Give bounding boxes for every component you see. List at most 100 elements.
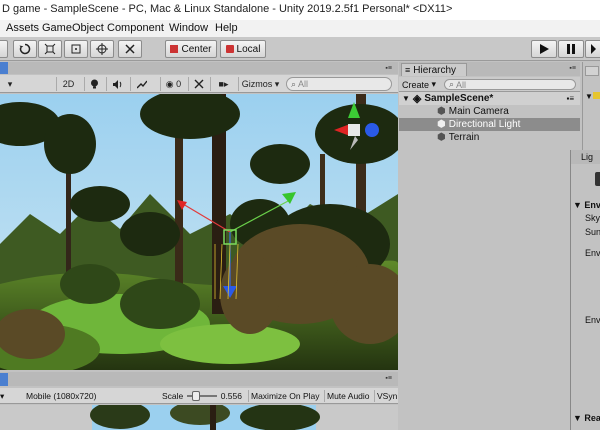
maximize-on-play-toggle[interactable]: Maximize On Play (248, 390, 320, 402)
scene-root-row[interactable]: ▼ ◈ SampleScene* ▪≡ (399, 92, 580, 105)
rect-tool-button[interactable] (64, 40, 88, 58)
step-icon (591, 44, 596, 54)
pause-button[interactable] (558, 40, 584, 58)
scale-slider-thumb[interactable] (191, 391, 200, 401)
skybox-label: Sky (585, 213, 600, 223)
scene-menu-icon[interactable]: ▪≡ (566, 94, 574, 103)
panel-menu-icon[interactable]: ▪≡ (385, 65, 392, 72)
game-viewport[interactable] (0, 405, 398, 430)
tab-scene[interactable] (0, 62, 8, 74)
folder-arrow-icon[interactable]: ▼ (585, 92, 593, 101)
environment-label: Env (584, 200, 600, 210)
vsync-toggle[interactable]: VSyn (374, 390, 398, 402)
scale-control: Scale 0.556 (162, 390, 242, 402)
scene-tools-toggle[interactable] (188, 77, 208, 91)
tab-hierarchy[interactable]: ≡ Hierarchy (401, 63, 467, 76)
lighting-toggle[interactable] (84, 77, 104, 91)
scale-slider[interactable] (187, 391, 217, 401)
game-tab-bar: ▪≡ (0, 372, 398, 386)
game-render (0, 405, 398, 430)
rotate-tool-button[interactable] (13, 40, 37, 58)
scale-label: Scale (162, 391, 184, 401)
game-panel-menu-icon[interactable]: ▪≡ (385, 375, 392, 382)
lighting-panel-edge: Lig ▼ Env Sky Sun Env Env ▼ Rea (570, 150, 600, 430)
effects-icon (136, 80, 147, 88)
audio-toggle[interactable] (106, 77, 128, 91)
window-titlebar: D game - SampleScene - PC, Mac & Linux S… (0, 0, 600, 20)
lighting-tab-bar: Lig (571, 150, 600, 164)
hierarchy-search-input[interactable]: ⌕ All (444, 79, 576, 90)
mode-2d-label: 2D (62, 79, 75, 89)
environment-section[interactable]: ▼ Env (573, 200, 600, 210)
create-dropdown[interactable]: Create ▾ (402, 79, 436, 90)
camera-icon: ■▸ (218, 78, 229, 89)
scene-camera-dropdown[interactable]: ■▸ (210, 77, 236, 91)
scene-toolbar: ▾ 2D ◉ 0 ■▸ Gizmos ▾ ⌕ All (0, 75, 398, 93)
realtime-label: Rea (584, 413, 600, 423)
list-icon: ≡ (405, 65, 411, 75)
scale-tool-button[interactable] (38, 40, 62, 58)
scene-search-placeholder: All (298, 79, 309, 89)
mute-audio-toggle[interactable]: Mute Audio (324, 390, 372, 402)
window-title: D game - SampleScene - PC, Mac & Linux S… (2, 3, 453, 15)
display-dropdown[interactable]: ▾ (0, 390, 20, 402)
realtime-section[interactable]: ▼ Rea (573, 413, 600, 423)
pivot-local-label: Local (236, 43, 261, 55)
step-button[interactable] (585, 40, 600, 58)
item-label: Terrain (448, 132, 480, 143)
pivot-center-label: Center (181, 43, 212, 55)
hand-tool-button[interactable] (0, 40, 8, 58)
hierarchy-item-directional-light[interactable]: ⬢ Directional Light (399, 118, 580, 131)
custom-tool-button[interactable] (118, 40, 142, 58)
menu-help[interactable]: Help (215, 22, 238, 34)
play-button[interactable] (531, 40, 557, 58)
hierarchy-item-main-camera[interactable]: ⬢ Main Camera (399, 105, 580, 118)
sun-label: Sun (585, 227, 600, 237)
scene-search-input[interactable]: ⌕ All (286, 77, 392, 91)
eye-icon: ◉ (165, 78, 174, 89)
transform-tool-button[interactable] (90, 40, 114, 58)
speaker-icon (112, 79, 121, 89)
lightbulb-icon (91, 79, 98, 89)
project-tab[interactable] (585, 66, 599, 76)
shading-mode-dropdown[interactable]: ▾ (0, 77, 20, 91)
lighting-tab-label[interactable]: Lig (581, 152, 593, 162)
folder-icon (593, 92, 600, 99)
menu-gameobject[interactable]: GameObject (42, 22, 104, 34)
gameobject-cube-icon: ⬢ (437, 106, 446, 117)
effects-dropdown[interactable] (130, 77, 152, 91)
hierarchy-menu-icon[interactable]: ▪≡ (569, 65, 576, 72)
mode-2d-toggle[interactable]: 2D (56, 77, 80, 91)
mute-label: Mute Audio (327, 391, 370, 401)
scene-name: SampleScene* (424, 93, 494, 104)
scale-icon (44, 43, 56, 55)
env-lighting-label: Env (585, 248, 600, 258)
expand-arrow-icon[interactable]: ▼ (402, 94, 410, 103)
pivot-local-button[interactable]: Local (220, 40, 266, 58)
resolution-dropdown[interactable]: Mobile (1080x720) (26, 390, 146, 402)
tab-game[interactable] (0, 373, 8, 386)
menu-window[interactable]: Window (169, 22, 208, 34)
hidden-objects-toggle[interactable]: ◉ 0 (160, 77, 186, 91)
lighting-mode-button[interactable] (595, 172, 600, 186)
hierarchy-item-terrain[interactable]: ⬢ Terrain (399, 131, 580, 144)
pivot-center-button[interactable]: Center (165, 40, 217, 58)
hidden-count: 0 (176, 79, 182, 89)
local-icon (225, 45, 234, 53)
resolution-label: Mobile (1080x720) (26, 391, 97, 401)
hierarchy-tab-label: Hierarchy (413, 64, 457, 76)
menu-component[interactable]: Component (107, 22, 164, 34)
menu-bar: Assets GameObject Component Window Help (0, 20, 600, 37)
crossed-tools-icon (194, 79, 203, 89)
play-icon (540, 44, 549, 54)
gizmos-dropdown[interactable]: Gizmos ▾ (238, 77, 282, 91)
maximize-label: Maximize On Play (251, 391, 320, 401)
scene-viewport[interactable] (0, 94, 398, 370)
game-toolbar: ▾ Mobile (1080x720) Scale 0.556 Maximize… (0, 388, 398, 404)
unity-scene-icon: ◈ (412, 93, 422, 105)
create-label: Create (402, 79, 430, 90)
menu-assets[interactable]: Assets (6, 22, 39, 34)
hierarchy-list: ▼ ◈ SampleScene* ▪≡ ⬢ Main Camera ⬢ Dire… (399, 92, 580, 430)
rect-icon (71, 44, 81, 54)
hierarchy-search-placeholder: All (456, 79, 467, 90)
